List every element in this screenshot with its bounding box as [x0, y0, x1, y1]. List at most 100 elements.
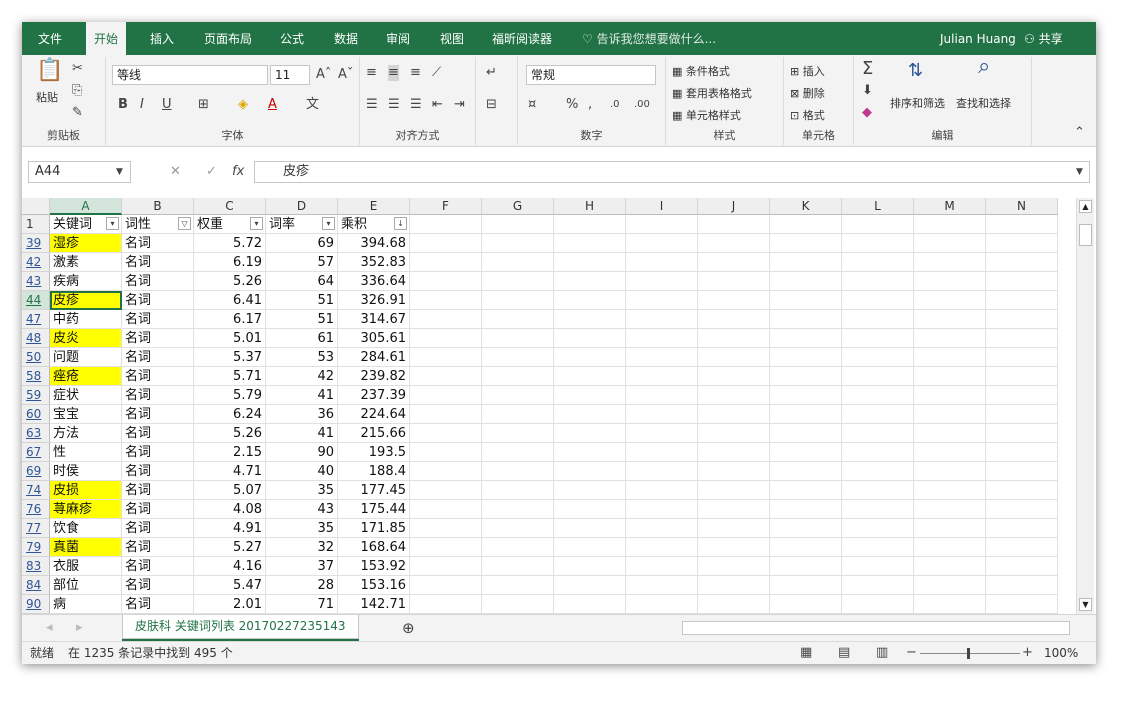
- empty-cell[interactable]: [842, 291, 914, 310]
- table-cell[interactable]: 5.26: [194, 424, 266, 443]
- align-top-icon[interactable]: ≡: [366, 65, 377, 81]
- header-cell[interactable]: 关键词 ▾: [50, 215, 122, 234]
- filter-active-icon[interactable]: ▽: [178, 217, 191, 230]
- empty-cell[interactable]: [770, 500, 842, 519]
- row-header[interactable]: 60: [22, 405, 50, 424]
- empty-cell[interactable]: [698, 215, 770, 234]
- table-cell[interactable]: 42: [266, 367, 338, 386]
- keyword-cell[interactable]: 方法: [50, 424, 122, 443]
- empty-cell[interactable]: [554, 595, 626, 614]
- fill-icon[interactable]: ⬇: [862, 83, 873, 99]
- name-box-dropdown-icon[interactable]: ▼: [116, 164, 123, 180]
- empty-cell[interactable]: [698, 291, 770, 310]
- empty-cell[interactable]: [698, 272, 770, 291]
- header-cell[interactable]: 词性 ▽: [122, 215, 194, 234]
- enter-icon[interactable]: ✓: [206, 164, 217, 180]
- phonetic-icon[interactable]: 文: [306, 97, 319, 113]
- empty-cell[interactable]: [698, 557, 770, 576]
- table-cell[interactable]: 名词: [122, 329, 194, 348]
- table-cell[interactable]: 名词: [122, 424, 194, 443]
- table-cell[interactable]: 名词: [122, 272, 194, 291]
- table-cell[interactable]: 5.27: [194, 538, 266, 557]
- table-cell[interactable]: 36: [266, 405, 338, 424]
- next-sheet-icon[interactable]: ▸: [76, 620, 83, 636]
- empty-cell[interactable]: [626, 424, 698, 443]
- empty-cell[interactable]: [626, 500, 698, 519]
- empty-cell[interactable]: [554, 348, 626, 367]
- empty-cell[interactable]: [698, 329, 770, 348]
- empty-cell[interactable]: [626, 519, 698, 538]
- table-cell[interactable]: 6.41: [194, 291, 266, 310]
- empty-cell[interactable]: [482, 424, 554, 443]
- table-cell[interactable]: 2.01: [194, 595, 266, 614]
- column-header[interactable]: N: [986, 198, 1058, 215]
- empty-cell[interactable]: [410, 424, 482, 443]
- tell-me-box[interactable]: ♡ 告诉我您想要做什么...: [582, 22, 716, 56]
- table-cell[interactable]: 名词: [122, 310, 194, 329]
- column-header[interactable]: E: [338, 198, 410, 215]
- empty-cell[interactable]: [842, 348, 914, 367]
- table-cell[interactable]: 64: [266, 272, 338, 291]
- insert-cells-button[interactable]: ⊞ 插入: [790, 63, 825, 79]
- table-cell[interactable]: 336.64: [338, 272, 410, 291]
- empty-cell[interactable]: [842, 329, 914, 348]
- cut-icon[interactable]: ✂: [72, 61, 83, 77]
- table-cell[interactable]: 名词: [122, 367, 194, 386]
- empty-cell[interactable]: [410, 595, 482, 614]
- empty-cell[interactable]: [410, 538, 482, 557]
- table-cell[interactable]: 53: [266, 348, 338, 367]
- table-cell[interactable]: 4.91: [194, 519, 266, 538]
- table-cell[interactable]: 名词: [122, 462, 194, 481]
- row-header[interactable]: 74: [22, 481, 50, 500]
- increase-decimal-icon[interactable]: .0: [610, 97, 620, 113]
- table-cell[interactable]: 名词: [122, 538, 194, 557]
- format-as-table-button[interactable]: ▦ 套用表格格式: [672, 85, 752, 101]
- keyword-cell[interactable]: 症状: [50, 386, 122, 405]
- empty-cell[interactable]: [914, 424, 986, 443]
- table-cell[interactable]: 188.4: [338, 462, 410, 481]
- column-header[interactable]: G: [482, 198, 554, 215]
- table-cell[interactable]: 41: [266, 424, 338, 443]
- table-cell[interactable]: 5.07: [194, 481, 266, 500]
- keyword-cell[interactable]: 问题: [50, 348, 122, 367]
- empty-cell[interactable]: [842, 500, 914, 519]
- table-cell[interactable]: 142.71: [338, 595, 410, 614]
- empty-cell[interactable]: [482, 405, 554, 424]
- empty-cell[interactable]: [914, 462, 986, 481]
- table-cell[interactable]: 171.85: [338, 519, 410, 538]
- active-cell[interactable]: 皮疹: [50, 291, 122, 310]
- font-color-icon[interactable]: A: [268, 97, 277, 113]
- empty-cell[interactable]: [914, 329, 986, 348]
- vertical-scrollbar[interactable]: ▲ ▼: [1076, 198, 1094, 614]
- copy-icon[interactable]: ⎘: [72, 83, 82, 99]
- table-cell[interactable]: 5.79: [194, 386, 266, 405]
- empty-cell[interactable]: [698, 367, 770, 386]
- italic-button[interactable]: I: [140, 97, 144, 113]
- column-header[interactable]: M: [914, 198, 986, 215]
- empty-cell[interactable]: [986, 481, 1058, 500]
- font-size-select[interactable]: 11: [270, 65, 310, 85]
- empty-cell[interactable]: [698, 234, 770, 253]
- empty-cell[interactable]: [842, 405, 914, 424]
- bold-button[interactable]: B: [118, 97, 128, 113]
- page-layout-view-icon[interactable]: ▤: [838, 645, 850, 661]
- empty-cell[interactable]: [770, 519, 842, 538]
- empty-cell[interactable]: [410, 405, 482, 424]
- row-header[interactable]: 58: [22, 367, 50, 386]
- table-cell[interactable]: 35: [266, 481, 338, 500]
- table-cell[interactable]: 名词: [122, 557, 194, 576]
- format-cells-button[interactable]: ⊡ 格式: [790, 107, 825, 123]
- table-cell[interactable]: 5.71: [194, 367, 266, 386]
- fill-color-icon[interactable]: ◈: [238, 97, 248, 113]
- empty-cell[interactable]: [482, 253, 554, 272]
- number-format-select[interactable]: 常规: [526, 65, 656, 85]
- table-cell[interactable]: 69: [266, 234, 338, 253]
- normal-view-icon[interactable]: ▦: [800, 645, 812, 661]
- empty-cell[interactable]: [698, 386, 770, 405]
- empty-cell[interactable]: [410, 310, 482, 329]
- empty-cell[interactable]: [914, 272, 986, 291]
- merge-center-icon[interactable]: ⊟: [486, 97, 497, 113]
- empty-cell[interactable]: [914, 443, 986, 462]
- empty-cell[interactable]: [914, 595, 986, 614]
- empty-cell[interactable]: [842, 272, 914, 291]
